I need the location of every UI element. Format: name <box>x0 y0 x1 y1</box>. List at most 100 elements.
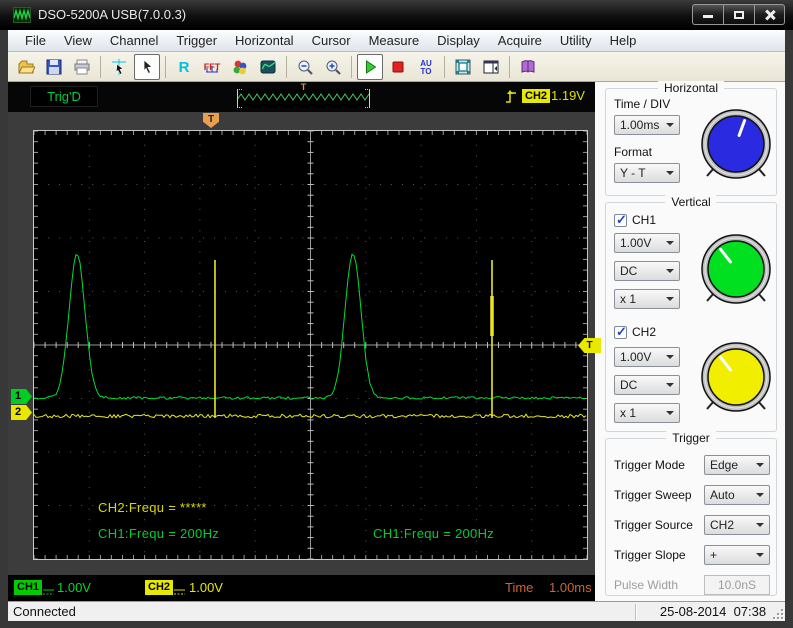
waveform-preview[interactable]: T <box>237 89 370 108</box>
auto-setup-button[interactable]: AUTO <box>413 54 439 80</box>
menu-utility[interactable]: Utility <box>551 33 601 48</box>
toolbar-separator <box>444 56 445 78</box>
menu-file[interactable]: File <box>16 33 55 48</box>
maximize-icon <box>734 11 744 19</box>
vertical-group-title: Vertical <box>665 195 716 209</box>
ch2-probe-select[interactable]: x 1 <box>614 403 680 423</box>
chevron-down-icon <box>666 297 674 301</box>
stop-button[interactable] <box>385 54 411 80</box>
waveform-display-button[interactable] <box>255 54 281 80</box>
svg-text:TO: TO <box>421 67 432 76</box>
ch2-checkbox-label: CH2 <box>632 325 656 339</box>
menu-cursor[interactable]: Cursor <box>303 33 360 48</box>
ch2-enable-row: ✓ CH2 <box>614 325 656 339</box>
chevron-down-icon <box>756 493 764 497</box>
print-button[interactable] <box>69 54 95 80</box>
minimize-button[interactable] <box>692 4 723 25</box>
menu-measure[interactable]: Measure <box>360 33 429 48</box>
scope-display <box>33 130 588 560</box>
chevron-down-icon <box>666 123 674 127</box>
chevron-down-icon <box>756 553 764 557</box>
chevron-down-icon <box>666 411 674 415</box>
waveform-icon <box>259 58 277 76</box>
ch1-volt-select[interactable]: 1.00V <box>614 233 680 253</box>
trigger-time-marker[interactable]: T <box>203 113 219 128</box>
rising-edge-icon <box>505 89 518 110</box>
pointer-icon <box>138 58 156 76</box>
zoom-in-icon <box>324 58 342 76</box>
preview-right-bracket <box>365 89 370 108</box>
format-select[interactable]: Y - T <box>614 163 680 183</box>
full-screen-icon <box>454 58 472 76</box>
ch2-coupling-select[interactable]: DC <box>614 375 680 395</box>
menu-acquire[interactable]: Acquire <box>489 33 551 48</box>
menu-channel[interactable]: Channel <box>101 33 167 48</box>
connection-status: Connected <box>13 604 76 619</box>
channel-readout-bar: CH1 1.00V CH2 1.00V Time 1.00ms <box>8 575 595 601</box>
stop-icon <box>389 58 407 76</box>
panel-toggle-button[interactable] <box>478 54 504 80</box>
measure-cursor-icon <box>110 58 128 76</box>
full-screen-button[interactable] <box>450 54 476 80</box>
fft-icon: FFT <box>203 58 221 76</box>
resize-grip[interactable] <box>771 607 783 619</box>
horizontal-knob[interactable] <box>698 106 774 182</box>
zoom-in-button[interactable] <box>320 54 346 80</box>
help-button[interactable] <box>515 54 541 80</box>
pointer-button[interactable] <box>134 54 160 80</box>
trigger-mode-select[interactable]: Edge <box>704 455 770 475</box>
title-bar[interactable]: DSO-5200A USB(7.0.0.3) <box>0 0 793 30</box>
start-button[interactable] <box>357 54 383 80</box>
ch1-checkbox[interactable]: ✓ <box>614 214 627 227</box>
ch2-position-knob[interactable] <box>698 339 774 415</box>
status-bar: Connected 25-08-2014 07:38 <box>8 601 785 621</box>
chevron-down-icon <box>756 463 764 467</box>
vertical-group: Vertical ✓ CH1 1.00V DC x 1 <box>605 202 777 432</box>
measure-cursor-button[interactable] <box>106 54 132 80</box>
ch2-checkbox[interactable]: ✓ <box>614 326 627 339</box>
trigger-group: Trigger Trigger Mode Edge Trigger Sweep … <box>605 438 777 596</box>
refresh-button[interactable]: R <box>171 54 197 80</box>
horizontal-group: Horizontal Time / DIV 1.00ms Format Y - … <box>605 88 777 196</box>
fft-button[interactable]: FFT <box>199 54 225 80</box>
ch2-position-marker[interactable]: 2 <box>11 405 32 420</box>
menu-trigger[interactable]: Trigger <box>167 33 226 48</box>
horizontal-group-title: Horizontal <box>658 81 724 95</box>
ch2-volt-select[interactable]: 1.00V <box>614 347 680 367</box>
close-button[interactable] <box>754 4 785 25</box>
auto-text-icon: AUTO <box>417 58 435 76</box>
preview-trigger-marker[interactable]: T <box>301 82 307 92</box>
scope-canvas <box>34 131 587 559</box>
trigger-source-select[interactable]: CH2 <box>704 515 770 535</box>
app-logo-icon <box>13 7 31 23</box>
chevron-down-icon <box>756 523 764 527</box>
trigger-level-readout: 1.19V <box>551 88 585 103</box>
zoom-out-button[interactable] <box>292 54 318 80</box>
color-settings-button[interactable] <box>227 54 253 80</box>
menu-horizontal[interactable]: Horizontal <box>226 33 303 48</box>
menu-help[interactable]: Help <box>601 33 646 48</box>
chevron-down-icon <box>666 171 674 175</box>
chevron-down-icon <box>666 241 674 245</box>
chevron-down-icon <box>666 383 674 387</box>
chevron-down-icon <box>666 269 674 273</box>
open-button[interactable] <box>13 54 39 80</box>
maximize-button[interactable] <box>723 4 754 25</box>
ch1-position-marker[interactable]: 1 <box>11 389 32 404</box>
menu-display[interactable]: Display <box>428 33 489 48</box>
toolbar-separator <box>286 56 287 78</box>
save-button[interactable] <box>41 54 67 80</box>
menu-view[interactable]: View <box>55 33 101 48</box>
window-title: DSO-5200A USB(7.0.0.3) <box>38 7 186 22</box>
ch1-coupling-select[interactable]: DC <box>614 261 680 281</box>
svg-text:R: R <box>179 59 190 76</box>
ch2-badge: CH2 <box>145 580 173 595</box>
time-div-select[interactable]: 1.00ms <box>614 115 680 135</box>
ch1-coupling-icon <box>43 584 54 602</box>
trigger-slope-select[interactable]: + <box>704 545 770 565</box>
ch1-probe-select[interactable]: x 1 <box>614 289 680 309</box>
trigger-sweep-select[interactable]: Auto <box>704 485 770 505</box>
time-per-div: 1.00ms <box>549 580 592 595</box>
check-icon: ✓ <box>616 212 627 228</box>
ch1-position-knob[interactable] <box>698 231 774 307</box>
